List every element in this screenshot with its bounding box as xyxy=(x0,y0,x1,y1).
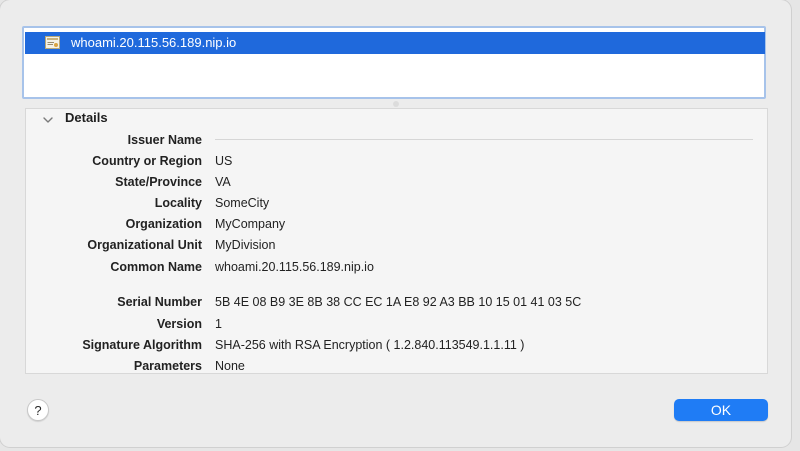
chevron-down-icon[interactable] xyxy=(42,113,54,125)
organization-label: Organization xyxy=(125,217,202,231)
state-value: VA xyxy=(215,175,231,189)
common-name-value: whoami.20.115.56.189.nip.io xyxy=(215,260,374,274)
version-value: 1 xyxy=(215,317,222,331)
serial-number-label: Serial Number xyxy=(117,295,202,309)
details-title[interactable]: Details xyxy=(65,110,108,126)
certificate-list[interactable]: whoami.20.115.56.189.nip.io xyxy=(22,26,766,99)
parameters-value: None xyxy=(215,359,245,373)
ok-button[interactable]: OK xyxy=(674,399,768,421)
common-name-label: Common Name xyxy=(110,260,202,274)
version-label: Version xyxy=(156,317,202,331)
certificate-list-item[interactable]: whoami.20.115.56.189.nip.io xyxy=(25,32,765,54)
certificate-name: whoami.20.115.56.189.nip.io xyxy=(71,35,237,50)
certificate-dialog: whoami.20.115.56.189.nip.io Details Issu… xyxy=(0,0,791,447)
parameters-label: Parameters xyxy=(133,359,202,373)
country-label: Country or Region xyxy=(92,154,202,168)
issuer-name-label: Issuer Name xyxy=(127,133,202,147)
country-value: US xyxy=(215,154,233,168)
issuer-divider xyxy=(215,139,753,140)
certificate-icon xyxy=(45,36,60,49)
locality-value: SomeCity xyxy=(215,196,270,210)
locality-label: Locality xyxy=(154,196,202,210)
details-panel: Details Issuer Name Country or Region US… xyxy=(25,108,768,374)
signature-algorithm-value: SHA-256 with RSA Encryption ( 1.2.840.11… xyxy=(215,338,525,352)
org-unit-value: MyDivision xyxy=(215,238,276,252)
signature-algorithm-label: Signature Algorithm xyxy=(82,338,202,352)
state-label: State/Province xyxy=(115,175,202,189)
serial-number-value: 5B 4E 08 B9 3E 8B 38 CC EC 1A E8 92 A3 B… xyxy=(215,295,582,309)
help-button[interactable]: ? xyxy=(27,399,49,421)
split-view-handle[interactable] xyxy=(393,101,399,107)
organization-value: MyCompany xyxy=(215,217,286,231)
org-unit-label: Organizational Unit xyxy=(87,238,202,252)
